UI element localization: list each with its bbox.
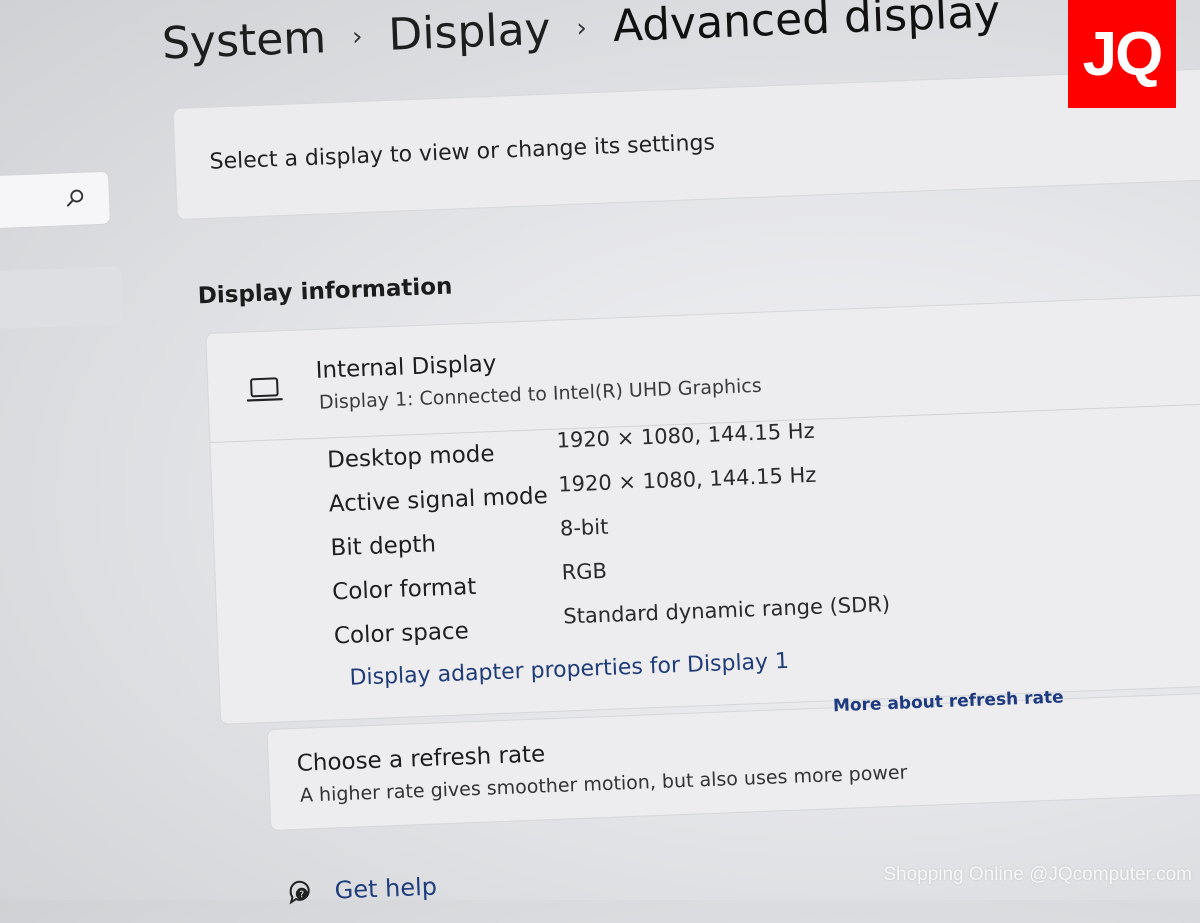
breadcrumb-separator: › — [351, 21, 364, 53]
search-input[interactable] — [0, 170, 111, 230]
screen-photo: System › Display › Advanced display Sele… — [0, 0, 1200, 904]
breadcrumb-system[interactable]: System — [161, 12, 327, 69]
property-label: Color format — [331, 573, 477, 606]
get-help-link[interactable]: ? Get help — [286, 873, 437, 907]
help-icon: ? — [289, 880, 310, 905]
section-title-display-information: Display information — [197, 273, 453, 310]
breadcrumb: System › Display › Advanced display — [161, 0, 1001, 69]
sidebar-item-selected[interactable] — [0, 266, 123, 330]
display-name: Internal Display — [315, 350, 497, 384]
page-title: Advanced display — [611, 0, 1002, 53]
svg-text:?: ? — [299, 890, 304, 900]
property-label: Desktop mode — [326, 441, 495, 474]
display-information-card: Internal Display Display 1: Connected to… — [205, 293, 1200, 725]
select-display-label: Select a display to view or change its s… — [209, 130, 716, 175]
property-label: Bit depth — [330, 531, 437, 562]
display-header: Internal Display Display 1: Connected to… — [206, 294, 1200, 443]
display-properties: Desktop mode 1920 × 1080, 144.15 Hz Acti… — [326, 419, 1035, 668]
breadcrumb-display[interactable]: Display — [387, 4, 551, 61]
property-value: 8-bit — [559, 514, 609, 541]
property-value: RGB — [561, 558, 608, 585]
select-display-card[interactable]: Select a display to view or change its s… — [172, 67, 1200, 221]
breadcrumb-separator: › — [575, 13, 588, 44]
jq-logo: JQ — [1068, 0, 1176, 108]
laptop-icon — [246, 377, 283, 402]
watermark-text: Shopping Online @JQcomputer.com — [883, 864, 1192, 885]
search-icon[interactable] — [65, 187, 88, 210]
refresh-rate-title: Choose a refresh rate — [296, 741, 546, 777]
settings-window: System › Display › Advanced display Sele… — [0, 0, 1200, 923]
property-label: Color space — [333, 618, 470, 650]
